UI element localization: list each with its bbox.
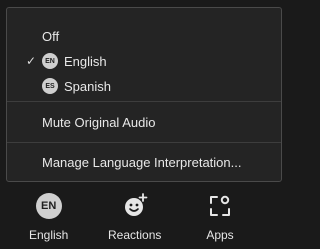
language-badge-es: ES bbox=[42, 78, 58, 94]
reactions-button-label: Reactions bbox=[108, 228, 162, 242]
interpretation-button-label: English bbox=[29, 228, 69, 242]
menu-item-manage-language-interpretation[interactable]: Manage Language Interpretation... bbox=[7, 150, 281, 174]
reactions-button[interactable]: Reactions bbox=[108, 192, 161, 242]
apps-button-label: Apps bbox=[206, 228, 234, 242]
checkmark-icon: ✓ bbox=[26, 54, 37, 68]
menu-item-off[interactable]: Off bbox=[7, 24, 281, 48]
mute-original-audio-label: Mute Original Audio bbox=[42, 114, 156, 130]
apps-button[interactable]: Apps bbox=[206, 192, 234, 242]
menu-item-english[interactable]: ✓ EN English bbox=[7, 49, 281, 73]
interpretation-menu: Off ✓ EN English ES Spanish Mute Origina… bbox=[6, 7, 282, 182]
menu-item-spanish[interactable]: ES Spanish bbox=[7, 74, 281, 98]
menu-divider bbox=[7, 142, 281, 143]
language-badge-en: EN bbox=[42, 53, 58, 69]
menu-divider bbox=[7, 101, 281, 102]
interpretation-button[interactable]: EN English bbox=[29, 192, 68, 242]
meeting-toolbar: EN English Reactions Apps bbox=[0, 184, 292, 249]
menu-item-mute-original-audio[interactable]: Mute Original Audio bbox=[7, 110, 281, 134]
language-badge-icon: EN bbox=[35, 192, 63, 220]
menu-item-spanish-label: Spanish bbox=[64, 78, 111, 94]
manage-language-interpretation-label: Manage Language Interpretation... bbox=[42, 154, 242, 170]
apps-icon bbox=[206, 192, 234, 220]
menu-item-off-label: Off bbox=[42, 28, 60, 44]
menu-item-english-label: English bbox=[64, 53, 107, 69]
smiley-plus-icon bbox=[121, 192, 149, 220]
